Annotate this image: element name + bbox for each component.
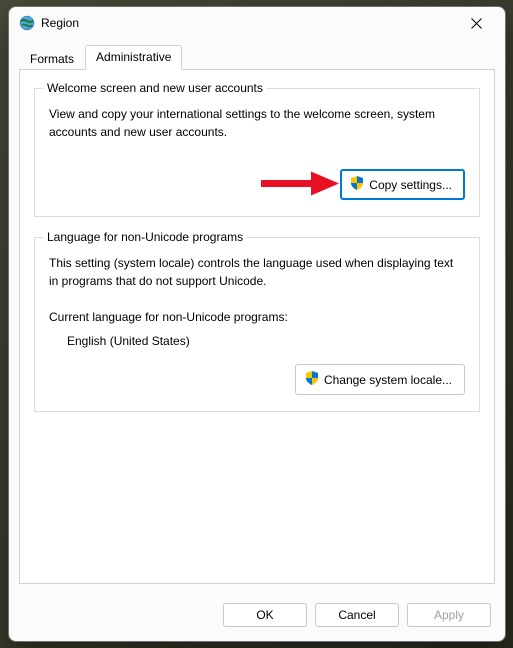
window-title: Region — [41, 16, 455, 30]
titlebar[interactable]: Region — [9, 7, 505, 39]
ok-button[interactable]: OK — [223, 603, 307, 627]
apply-button[interactable]: Apply — [407, 603, 491, 627]
shield-icon — [349, 175, 365, 194]
tab-content: Welcome screen and new user accounts Vie… — [19, 69, 495, 584]
copy-settings-label: Copy settings... — [369, 178, 452, 192]
group-non-unicode: Language for non-Unicode programs This s… — [34, 237, 480, 412]
dialog-button-row: OK Cancel Apply — [9, 593, 505, 641]
group-non-unicode-title: Language for non-Unicode programs — [43, 230, 247, 244]
shield-icon — [304, 370, 320, 389]
close-button[interactable] — [455, 9, 497, 37]
group-non-unicode-desc: This setting (system locale) controls th… — [49, 254, 465, 290]
change-system-locale-label: Change system locale... — [324, 373, 452, 387]
current-language-value: English (United States) — [67, 334, 465, 348]
change-system-locale-button[interactable]: Change system locale... — [295, 364, 465, 395]
tab-strip: Formats Administrative — [9, 39, 505, 70]
tab-administrative[interactable]: Administrative — [85, 45, 182, 70]
current-language-label: Current language for non-Unicode program… — [49, 310, 465, 324]
copy-settings-button[interactable]: Copy settings... — [340, 169, 465, 200]
globe-icon — [19, 15, 35, 31]
group-welcome-desc: View and copy your international setting… — [49, 105, 465, 141]
group-welcome-title: Welcome screen and new user accounts — [43, 81, 267, 95]
close-icon — [471, 18, 482, 29]
tab-formats[interactable]: Formats — [19, 47, 85, 70]
region-dialog: Region Formats Administrative Welcome sc… — [8, 6, 506, 642]
group-welcome-screen: Welcome screen and new user accounts Vie… — [34, 88, 480, 217]
cancel-button[interactable]: Cancel — [315, 603, 399, 627]
annotation-arrow — [259, 169, 339, 200]
